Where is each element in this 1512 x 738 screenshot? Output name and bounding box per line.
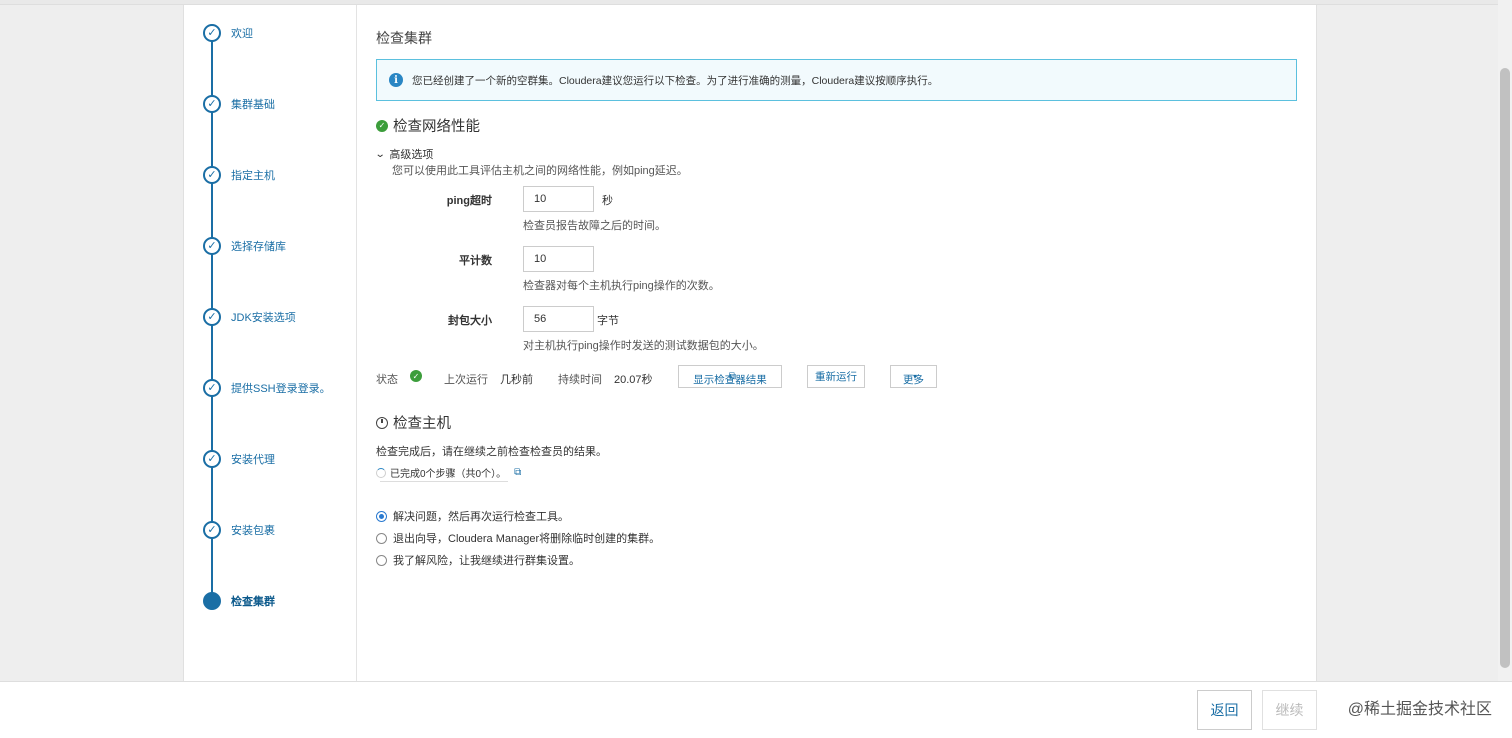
step-install-agents[interactable]: ✓ 安装代理 [203, 449, 275, 469]
check-icon: ✓ [203, 95, 221, 113]
step-inspect-cluster[interactable]: 检查集群 [203, 591, 275, 611]
progress-bar [380, 481, 508, 482]
packet-size-unit: 字节 [597, 315, 619, 327]
show-results-label: 显示检查器结果 [693, 374, 767, 386]
check-icon: ✓ [203, 237, 221, 255]
back-button[interactable]: 返回 [1197, 690, 1252, 730]
advanced-options-label: 高级选项 [389, 149, 434, 161]
step-label: 选择存储库 [231, 241, 286, 253]
alert-text: 您已经创建了一个新的空群集。Cloudera建议您运行以下检查。为了进行准确的测… [412, 74, 939, 87]
show-inspector-results-button[interactable]: 显示检查器结果 ⧉ [678, 365, 782, 388]
packet-size-label: 封包大小 [448, 315, 492, 327]
external-link-icon[interactable]: ⧉ [514, 467, 521, 478]
option-fix-issues[interactable]: 解决问题，然后再次运行检查工具。 [376, 508, 569, 524]
ping-timeout-input[interactable] [523, 186, 594, 212]
step-install-parcels[interactable]: ✓ 安装包裹 [203, 520, 275, 540]
hosts-desc: 检查完成后，请在继续之前检查检查员的结果。 [376, 446, 607, 458]
rerun-button[interactable]: 重新运行 [807, 365, 865, 388]
step-label: JDK安装选项 [231, 312, 296, 324]
ping-count-input[interactable] [523, 246, 594, 272]
radio-button[interactable] [376, 532, 387, 544]
step-label: 安装包裹 [231, 525, 275, 537]
more-dropdown-button[interactable]: 更多 ▾ [890, 365, 937, 388]
option-exit-wizard[interactable]: 退出向导，Cloudera Manager将删除临时创建的集群。 [376, 530, 660, 546]
last-run-label: 上次运行 [444, 374, 488, 386]
scrollbar-thumb[interactable] [1500, 68, 1510, 668]
check-icon: ✓ [203, 521, 221, 539]
ping-timeout-help: 检查员报告故障之后的时间。 [523, 220, 666, 232]
ping-count-label: 平计数 [459, 255, 492, 267]
duration-label: 持续时间 [558, 374, 602, 386]
last-run-value: 几秒前 [500, 374, 533, 386]
wizard-sidebar: ✓ 欢迎 ✓ 集群基础 ✓ 指定主机 ✓ 选择存储库 ✓ JDK安装选项 ✓ 提… [184, 5, 357, 681]
option-label: 退出向导，Cloudera Manager将删除临时创建的集群。 [393, 533, 661, 545]
spinner-icon [376, 467, 386, 478]
step-cluster-basics[interactable]: ✓ 集群基础 [203, 94, 275, 114]
ping-count-help: 检查器对每个主机执行ping操作的次数。 [523, 280, 720, 292]
hosts-progress: 已完成0个步骤（共0个）。 ⧉ [376, 465, 521, 482]
status-ok-icon: ✓ [410, 370, 422, 382]
hosts-title-text: 检查主机 [393, 416, 451, 432]
scrollbar[interactable] [1498, 0, 1512, 681]
hosts-section-title: 检查主机 [376, 412, 451, 433]
duration-value: 20.07秒 [614, 374, 653, 386]
step-jdk-options[interactable]: ✓ JDK安装选项 [203, 307, 296, 327]
step-welcome[interactable]: ✓ 欢迎 [203, 23, 253, 43]
current-step-dot-icon [203, 592, 221, 610]
option-label: 解决问题，然后再次运行检查工具。 [393, 511, 569, 523]
step-ssh-login[interactable]: ✓ 提供SSH登录登录。 [203, 378, 331, 398]
info-alert: i 您已经创建了一个新的空群集。Cloudera建议您运行以下检查。为了进行准确… [376, 59, 1297, 101]
packet-size-help: 对主机执行ping操作时发送的测试数据包的大小。 [523, 340, 764, 352]
check-icon: ✓ [203, 450, 221, 468]
wizard-container: ✓ 欢迎 ✓ 集群基础 ✓ 指定主机 ✓ 选择存储库 ✓ JDK安装选项 ✓ 提… [183, 5, 1317, 681]
step-label: 指定主机 [231, 170, 275, 182]
network-title-text: 检查网络性能 [393, 119, 480, 135]
continue-button[interactable]: 继续 [1262, 690, 1317, 730]
watermark: @稀土掘金技术社区 [1347, 701, 1492, 718]
progress-text: 已完成0个步骤（共0个）。 [390, 469, 507, 480]
info-icon: i [389, 73, 403, 87]
option-label: 我了解风险，让我继续进行群集设置。 [393, 555, 580, 567]
page-title: 检查集群 [376, 30, 432, 46]
ping-timeout-label: ping超时 [446, 195, 492, 207]
step-label: 集群基础 [231, 99, 275, 111]
ping-timeout-unit: 秒 [602, 195, 613, 207]
check-icon: ✓ [203, 308, 221, 326]
packet-size-input[interactable] [523, 306, 594, 332]
more-label: 更多 [903, 374, 924, 386]
step-label: 提供SSH登录登录。 [231, 383, 331, 395]
advanced-options-desc: 您可以使用此工具评估主机之间的网络性能，例如ping延迟。 [392, 165, 688, 177]
status-row: 状态 ✓ 上次运行 几秒前 持续时间 20.07秒 显示检查器结果 ⧉ 重新运行… [376, 365, 1076, 389]
success-check-icon: ✓ [376, 119, 388, 132]
check-icon: ✓ [203, 166, 221, 184]
step-label: 欢迎 [231, 28, 253, 40]
chevron-down-icon: ⌄ [374, 148, 386, 160]
step-specify-hosts[interactable]: ✓ 指定主机 [203, 165, 275, 185]
step-label: 检查集群 [231, 596, 275, 608]
option-accept-risk[interactable]: 我了解风险，让我继续进行群集设置。 [376, 552, 580, 568]
step-label: 安装代理 [231, 454, 275, 466]
check-icon: ✓ [203, 379, 221, 397]
clock-icon [376, 416, 388, 429]
network-section-title: ✓ 检查网络性能 [376, 115, 480, 136]
status-label: 状态 [376, 374, 398, 386]
main-content: 检查集群 i 您已经创建了一个新的空群集。Cloudera建议您运行以下检查。为… [374, 5, 1316, 681]
radio-button[interactable] [376, 554, 387, 566]
check-icon: ✓ [203, 24, 221, 42]
advanced-options-toggle[interactable]: ⌄ 高级选项 [374, 146, 434, 162]
radio-button[interactable] [376, 510, 387, 522]
step-select-repository[interactable]: ✓ 选择存储库 [203, 236, 286, 256]
